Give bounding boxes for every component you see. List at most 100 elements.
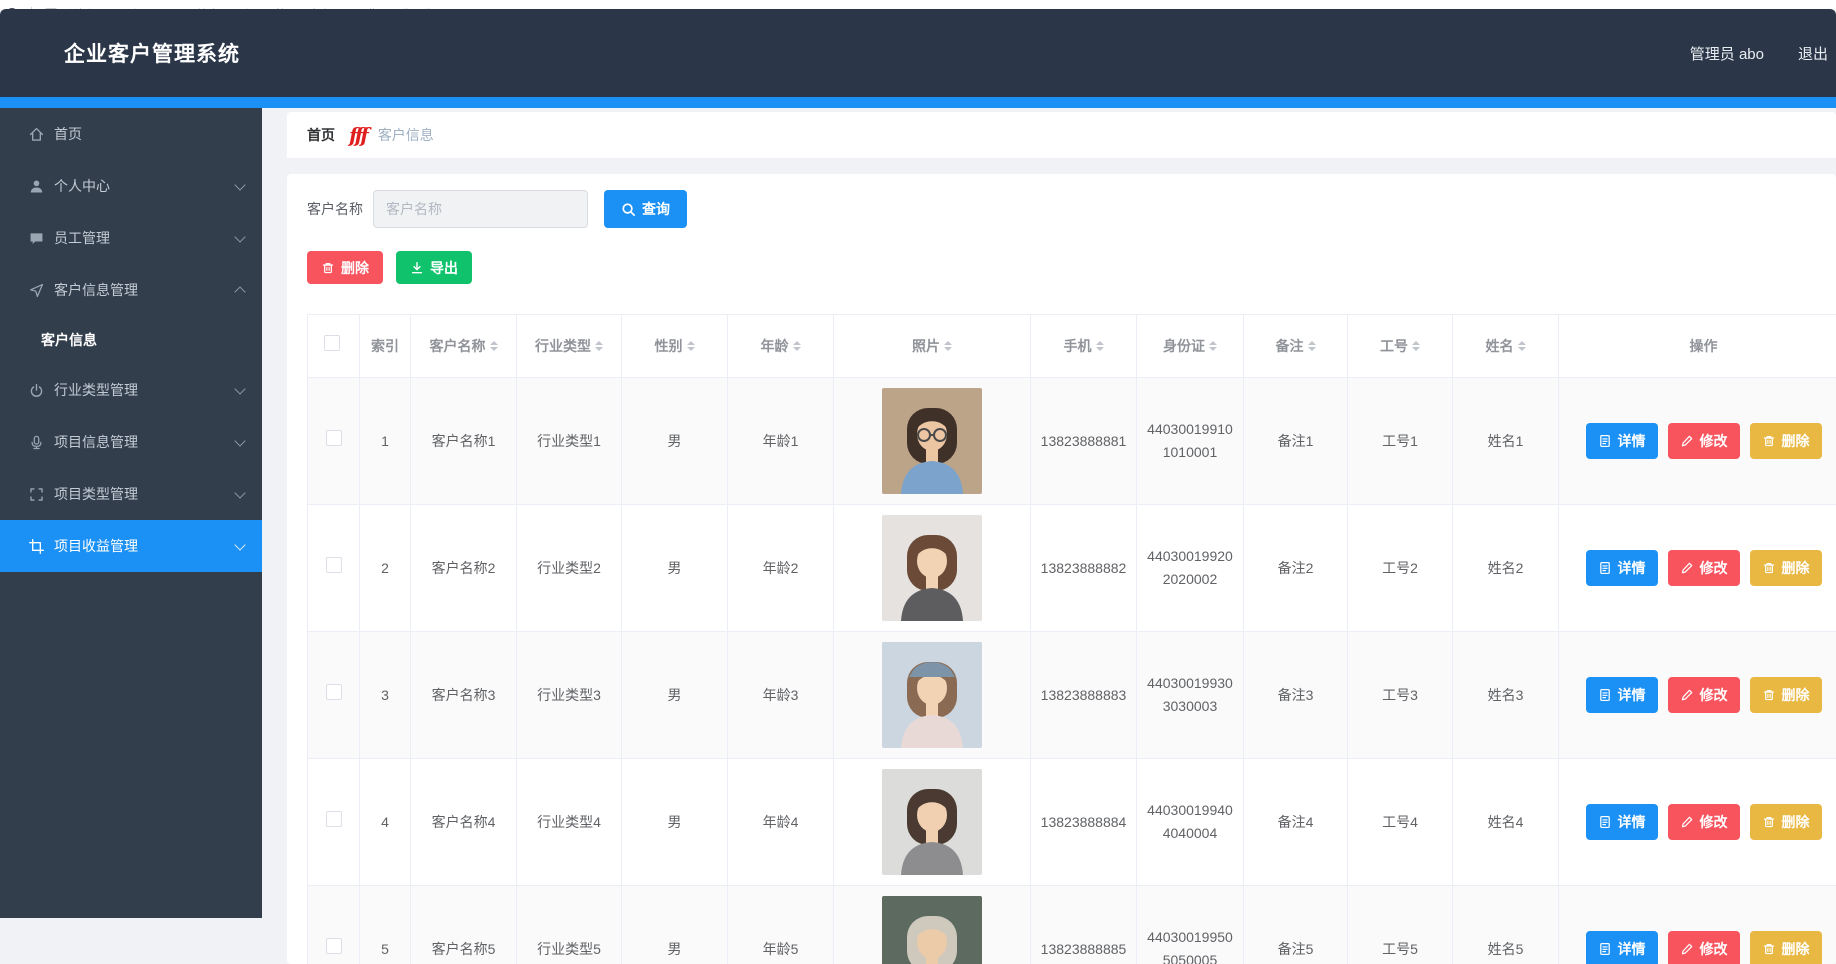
table-header-cell[interactable]: 客户名称 <box>411 315 517 378</box>
table-header-cell[interactable]: 行业类型 <box>517 315 622 378</box>
jobno-cell: 工号3 <box>1348 632 1453 759</box>
detail-button[interactable]: 详情 <box>1586 423 1658 459</box>
edit-button[interactable]: 修改 <box>1668 931 1740 964</box>
photo-cell <box>834 378 1031 505</box>
sort-icon[interactable] <box>1412 341 1420 351</box>
document-icon <box>1598 815 1612 829</box>
app-title: 企业客户管理系统 <box>0 38 240 68</box>
gender-cell: 男 <box>622 505 728 632</box>
table-header-cell[interactable]: 操作 <box>1559 315 1836 378</box>
table-header-cell[interactable]: 工号 <box>1348 315 1453 378</box>
sidebar-item[interactable]: 行业类型管理 <box>0 364 262 416</box>
edit-button[interactable]: 修改 <box>1668 423 1740 459</box>
table-header-cell[interactable]: 索引 <box>360 315 411 378</box>
table-header-cell[interactable] <box>308 315 360 378</box>
sidebar-item[interactable]: 首页 <box>0 108 262 160</box>
breadcrumb-home[interactable]: 首页 <box>307 125 335 145</box>
bulk-delete-button[interactable]: 删除 <box>307 251 383 284</box>
table-header-cell[interactable]: 身份证 <box>1137 315 1244 378</box>
portrait-image <box>882 515 982 621</box>
gender-cell: 男 <box>622 632 728 759</box>
photo-cell <box>834 759 1031 886</box>
row-delete-button[interactable]: 删除 <box>1750 550 1822 586</box>
detail-button[interactable]: 详情 <box>1586 931 1658 964</box>
table-header-cell[interactable]: 备注 <box>1244 315 1348 378</box>
row-checkbox[interactable] <box>326 430 342 446</box>
brackets-icon <box>28 486 45 503</box>
customer-name-cell: 客户名称4 <box>411 759 517 886</box>
sidebar-item[interactable]: 项目收益管理 <box>0 520 262 572</box>
sidebar-item[interactable]: 个人中心 <box>0 160 262 212</box>
phone-cell: 13823888884 <box>1031 759 1137 886</box>
row-delete-button[interactable]: 删除 <box>1750 804 1822 840</box>
sidebar-item-label: 首页 <box>54 124 244 144</box>
remark-cell: 备注1 <box>1244 378 1348 505</box>
row-delete-button[interactable]: 删除 <box>1750 677 1822 713</box>
sort-icon[interactable] <box>1518 341 1526 351</box>
table-row: 3 客户名称3 行业类型3 男 年龄3 <box>308 632 1836 759</box>
row-checkbox-cell <box>308 632 360 759</box>
sidebar-nav: 首页 个人中心 员工管理 客户信息管理 <box>0 108 262 918</box>
customer-name-cell: 客户名称2 <box>411 505 517 632</box>
portrait-image <box>882 896 982 964</box>
detail-button[interactable]: 详情 <box>1586 550 1658 586</box>
chevron-icon <box>234 383 245 394</box>
detail-button[interactable]: 详情 <box>1586 804 1658 840</box>
sort-icon[interactable] <box>793 341 801 351</box>
idcard-cell: 440300199101010001 <box>1137 378 1244 505</box>
export-button[interactable]: 导出 <box>396 251 472 284</box>
phone-cell: 13823888882 <box>1031 505 1137 632</box>
table-header-cell[interactable]: 手机 <box>1031 315 1137 378</box>
sort-icon[interactable] <box>1308 341 1316 351</box>
sort-icon[interactable] <box>1096 341 1104 351</box>
chevron-icon <box>234 231 245 242</box>
sidebar-item-label: 行业类型管理 <box>54 380 236 400</box>
row-checkbox[interactable] <box>326 938 342 954</box>
sort-icon[interactable] <box>944 341 952 351</box>
trash-icon <box>1762 815 1776 829</box>
row-checkbox[interactable] <box>326 557 342 573</box>
industry-cell: 行业类型5 <box>517 886 622 964</box>
sidebar-item[interactable]: 项目类型管理 <box>0 468 262 520</box>
breadcrumb-separator-icon: fff <box>349 125 366 145</box>
sort-icon[interactable] <box>1209 341 1217 351</box>
logout-link[interactable]: 退出 <box>1798 43 1828 64</box>
row-checkbox[interactable] <box>326 684 342 700</box>
customer-name-input[interactable] <box>373 190 588 228</box>
name-cell: 姓名4 <box>1453 759 1559 886</box>
chevron-icon <box>234 179 245 190</box>
table-header-cell[interactable]: 照片 <box>834 315 1031 378</box>
sort-icon[interactable] <box>595 341 603 351</box>
select-all-checkbox[interactable] <box>324 335 340 351</box>
detail-button[interactable]: 详情 <box>1586 677 1658 713</box>
portrait-man-glasses <box>882 388 982 494</box>
remark-cell: 备注3 <box>1244 632 1348 759</box>
age-cell: 年龄4 <box>728 759 834 886</box>
edit-button[interactable]: 修改 <box>1668 804 1740 840</box>
sidebar-item[interactable]: 员工管理 <box>0 212 262 264</box>
age-cell: 年龄1 <box>728 378 834 505</box>
row-delete-button[interactable]: 删除 <box>1750 931 1822 964</box>
sidebar-item[interactable]: 客户信息管理 <box>0 264 262 316</box>
portrait-woman-long-hair <box>882 515 982 621</box>
table-header-cell[interactable]: 年龄 <box>728 315 834 378</box>
sort-icon[interactable] <box>490 341 498 351</box>
trash-icon <box>1762 942 1776 956</box>
row-checkbox-cell <box>308 378 360 505</box>
table-header-cell[interactable]: 性别 <box>622 315 728 378</box>
actions-cell: 详情 修改 删除 <box>1559 505 1836 632</box>
edit-button[interactable]: 修改 <box>1668 677 1740 713</box>
table-header-cell[interactable]: 姓名 <box>1453 315 1559 378</box>
sort-icon[interactable] <box>687 341 695 351</box>
index-cell: 4 <box>360 759 411 886</box>
name-cell: 姓名1 <box>1453 378 1559 505</box>
row-checkbox[interactable] <box>326 811 342 827</box>
sidebar-item-label: 项目类型管理 <box>54 484 236 504</box>
row-delete-button[interactable]: 删除 <box>1750 423 1822 459</box>
sidebar-item[interactable]: 客户信息 <box>0 316 262 364</box>
header-accent-bar <box>0 97 1836 108</box>
query-button[interactable]: 查询 <box>604 190 687 228</box>
edit-button[interactable]: 修改 <box>1668 550 1740 586</box>
sidebar-item[interactable]: 项目信息管理 <box>0 416 262 468</box>
index-cell: 2 <box>360 505 411 632</box>
